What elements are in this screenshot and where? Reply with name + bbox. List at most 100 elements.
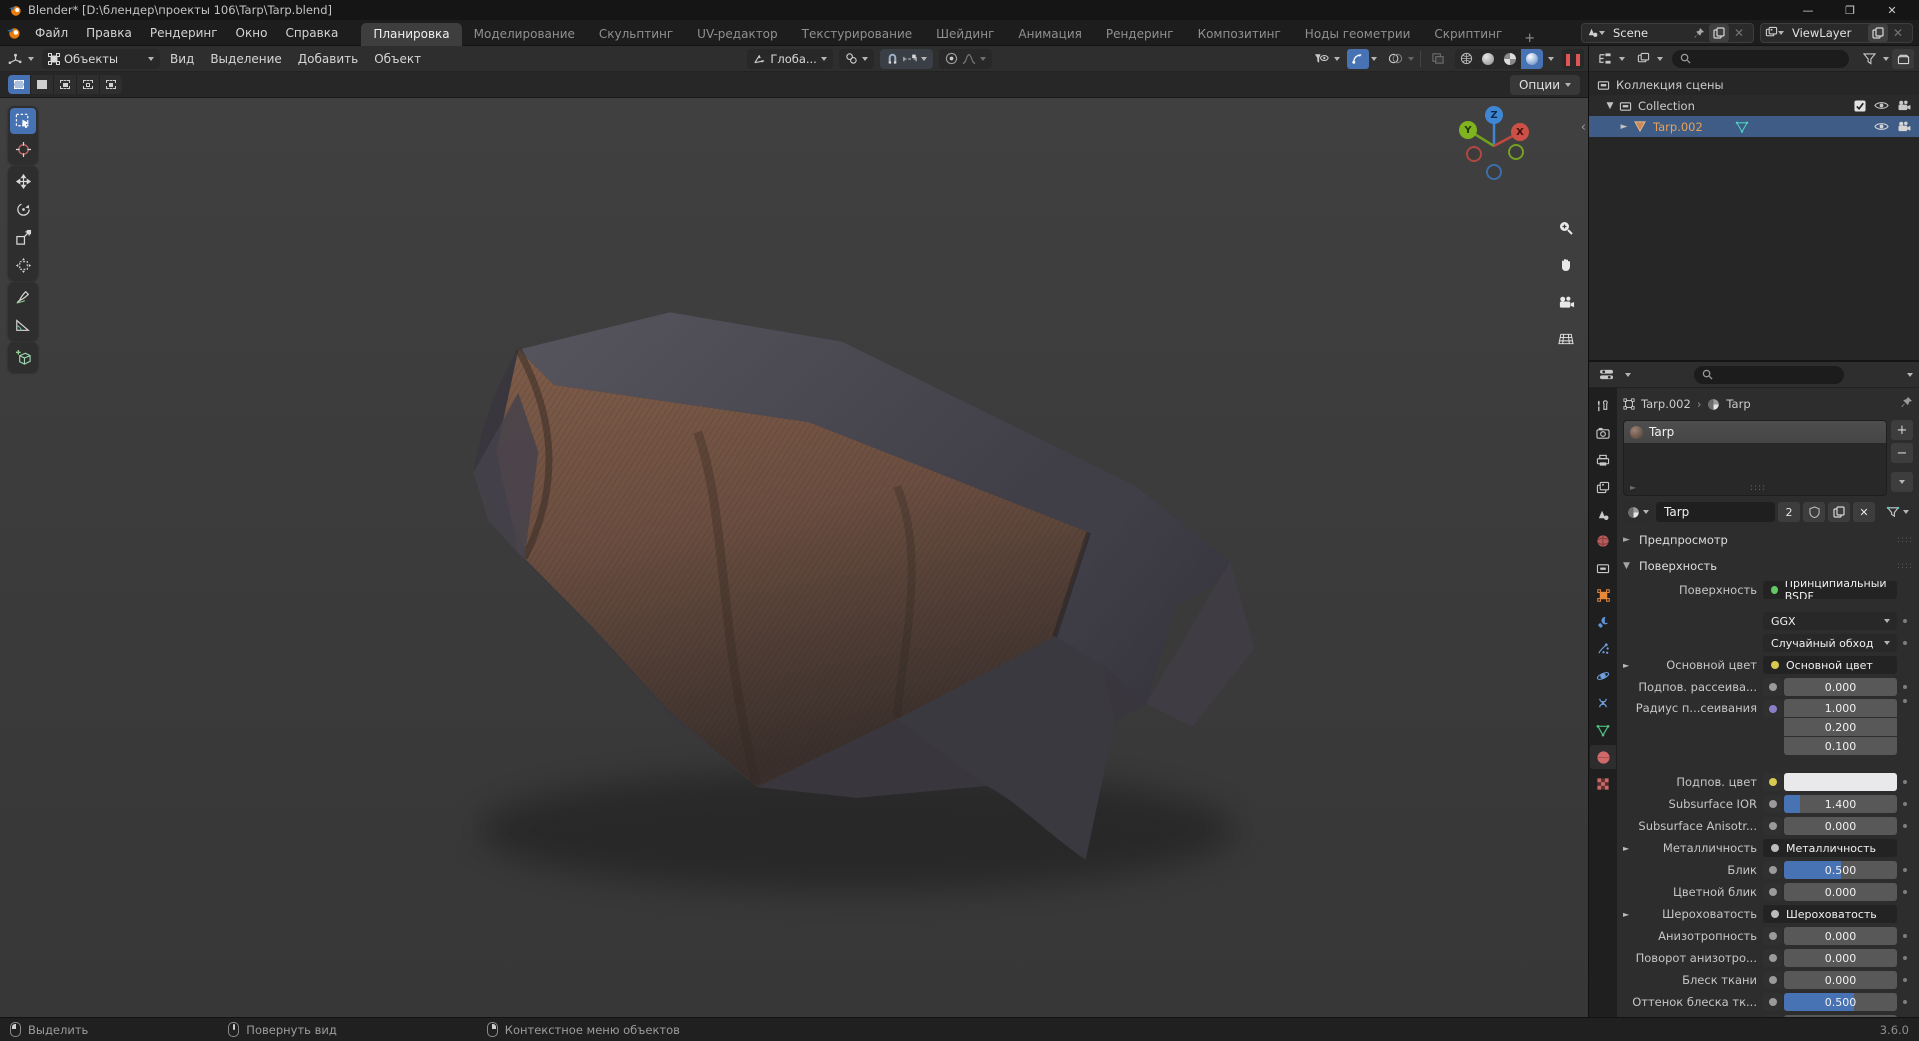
proportional-editing[interactable] xyxy=(938,48,992,69)
tab-render[interactable] xyxy=(1590,421,1616,445)
outliner-display-mode-icon[interactable] xyxy=(1594,49,1616,69)
tool-transform[interactable] xyxy=(10,252,36,278)
socket-button[interactable] xyxy=(1763,971,1782,989)
unlink-material-button[interactable]: ✕ xyxy=(1853,502,1875,522)
expand-icon[interactable]: ► xyxy=(1623,910,1635,919)
breadcrumb-object[interactable]: Tarp.002 xyxy=(1641,397,1691,411)
expand-icon[interactable]: ► xyxy=(1623,844,1635,853)
viewport-3d[interactable]: Z Y X ‹ xyxy=(0,98,1588,1017)
blender-menu-icon[interactable] xyxy=(0,25,26,40)
tab-texture[interactable] xyxy=(1590,772,1616,796)
select-intersect-mode[interactable] xyxy=(100,75,122,94)
tab-uv-editing[interactable]: UV-редактор xyxy=(685,23,789,46)
panel-surface[interactable]: ▼ Поверхность :::: xyxy=(1623,554,1913,578)
roughness-node-button[interactable]: Шероховатость xyxy=(1763,905,1897,923)
tool-scale[interactable] xyxy=(10,224,36,250)
material-slot-active[interactable]: Tarp xyxy=(1624,421,1886,443)
resize-grip[interactable]: :::: xyxy=(1750,483,1766,493)
surface-shader-button[interactable]: Принципиальный BSDF xyxy=(1763,581,1897,599)
subsurface-method-dropdown[interactable]: Случайный обход xyxy=(1763,634,1897,652)
shading-rendered-icon[interactable] xyxy=(1521,48,1544,69)
socket-button[interactable] xyxy=(1763,861,1782,879)
socket-button[interactable] xyxy=(1763,1015,1782,1017)
tab-world[interactable] xyxy=(1590,529,1616,553)
disable-render-camera-icon[interactable] xyxy=(1897,100,1911,111)
panel-preview[interactable]: ► Предпросмотр :::: xyxy=(1623,528,1913,552)
tab-sculpting[interactable]: Скульптинг xyxy=(587,23,685,46)
pan-hand-icon[interactable] xyxy=(1554,253,1578,277)
properties-editor-type-icon[interactable] xyxy=(1595,365,1617,385)
socket-button[interactable] xyxy=(1763,700,1782,718)
add-workspace-button[interactable]: + xyxy=(1514,31,1545,46)
tab-material[interactable] xyxy=(1590,745,1616,769)
shading-solid-icon[interactable] xyxy=(1477,49,1499,69)
tarp-object[interactable] xyxy=(0,98,1588,1017)
tab-particles[interactable] xyxy=(1590,637,1616,661)
slot-expand-icon[interactable]: ► xyxy=(1630,483,1636,493)
shading-wireframe-icon[interactable] xyxy=(1455,49,1477,69)
axis-y[interactable]: Y xyxy=(1459,121,1477,139)
users-count-button[interactable]: 2 xyxy=(1778,502,1800,522)
socket-button[interactable] xyxy=(1763,883,1782,901)
slot-specials-button[interactable] xyxy=(1891,472,1913,492)
material-link-dropdown[interactable] xyxy=(1882,502,1913,522)
specular-slider[interactable]: 0.500 xyxy=(1784,861,1897,879)
tool-cursor[interactable] xyxy=(10,136,36,162)
expand-icon[interactable]: ► xyxy=(1623,661,1635,670)
tab-collection-props[interactable] xyxy=(1590,556,1616,580)
tab-modeling[interactable]: Моделирование xyxy=(462,23,587,46)
tab-geometry-nodes[interactable]: Ноды геометрии xyxy=(1293,23,1423,46)
zoom-icon[interactable] xyxy=(1554,216,1578,240)
perspective-toggle-icon[interactable] xyxy=(1554,327,1578,351)
subsurface-anisotropy-value[interactable]: 0.000 xyxy=(1784,817,1897,835)
maximize-button[interactable]: ❐ xyxy=(1829,0,1871,20)
tool-add-cube[interactable] xyxy=(10,344,36,370)
outliner-filter-image-icon[interactable] xyxy=(1632,49,1654,69)
collection-row[interactable]: ▼ Collection xyxy=(1589,95,1919,116)
show-object-types-icon[interactable] xyxy=(1310,49,1332,69)
outliner-filter-icon[interactable] xyxy=(1858,49,1880,69)
remove-viewlayer-button[interactable]: ✕ xyxy=(1888,24,1908,42)
select-set-mode[interactable] xyxy=(8,75,30,94)
subsurface-value[interactable]: 0.000 xyxy=(1784,678,1897,696)
viewlayer-selector[interactable]: ViewLayer ✕ xyxy=(1760,22,1913,43)
close-button[interactable]: ✕ xyxy=(1871,0,1913,20)
select-menu[interactable]: Выделение xyxy=(202,46,289,72)
menu-render[interactable]: Рендеринг xyxy=(141,20,227,46)
view-menu[interactable]: Вид xyxy=(162,46,202,72)
clearcoat-value[interactable]: 0.000 xyxy=(1784,1015,1897,1017)
tool-move[interactable] xyxy=(10,168,36,194)
expand-icon[interactable]: ► xyxy=(1619,122,1629,132)
object-row-tarp[interactable]: ► Tarp.002 xyxy=(1589,116,1919,137)
radius-x-value[interactable]: 1.000 xyxy=(1784,699,1897,717)
tab-shading[interactable]: Шейдинг xyxy=(924,23,1006,46)
pin-scene-icon[interactable] xyxy=(1689,24,1709,42)
menu-help[interactable]: Справка xyxy=(276,20,347,46)
tab-rendering[interactable]: Рендеринг xyxy=(1094,23,1186,46)
outliner-search-input[interactable] xyxy=(1672,49,1849,68)
tab-physics[interactable] xyxy=(1590,664,1616,688)
socket-button[interactable] xyxy=(1763,817,1782,835)
subsurface-ior-slider[interactable]: 1.400 xyxy=(1784,795,1897,813)
camera-view-icon[interactable] xyxy=(1554,290,1578,314)
navigation-gizmo[interactable]: Z Y X xyxy=(1452,104,1536,188)
scene-collection-row[interactable]: Коллекция сцены xyxy=(1589,74,1919,95)
subsurface-color-swatch[interactable] xyxy=(1784,773,1897,791)
radius-y-value[interactable]: 0.200 xyxy=(1784,718,1897,736)
axis-z[interactable]: Z xyxy=(1485,106,1503,124)
material-slot-list[interactable]: Tarp ► :::: xyxy=(1623,420,1887,496)
scene-selector[interactable]: Scene ✕ xyxy=(1581,22,1754,43)
hide-eye-icon[interactable] xyxy=(1874,121,1889,132)
unlink-scene-button[interactable]: ✕ xyxy=(1729,24,1749,42)
tab-constraints[interactable] xyxy=(1590,691,1616,715)
shading-material-icon[interactable] xyxy=(1499,49,1521,69)
pause-render-button[interactable]: ❚❚ xyxy=(1562,48,1585,69)
tool-rotate[interactable] xyxy=(10,196,36,222)
new-viewlayer-button[interactable] xyxy=(1868,23,1888,42)
xray-toggle-icon[interactable] xyxy=(1427,49,1449,69)
tab-tool[interactable] xyxy=(1590,394,1616,418)
new-scene-button[interactable] xyxy=(1709,23,1729,42)
tab-output[interactable] xyxy=(1590,448,1616,472)
hide-eye-icon[interactable] xyxy=(1874,100,1889,111)
menu-file[interactable]: Файл xyxy=(26,20,77,46)
